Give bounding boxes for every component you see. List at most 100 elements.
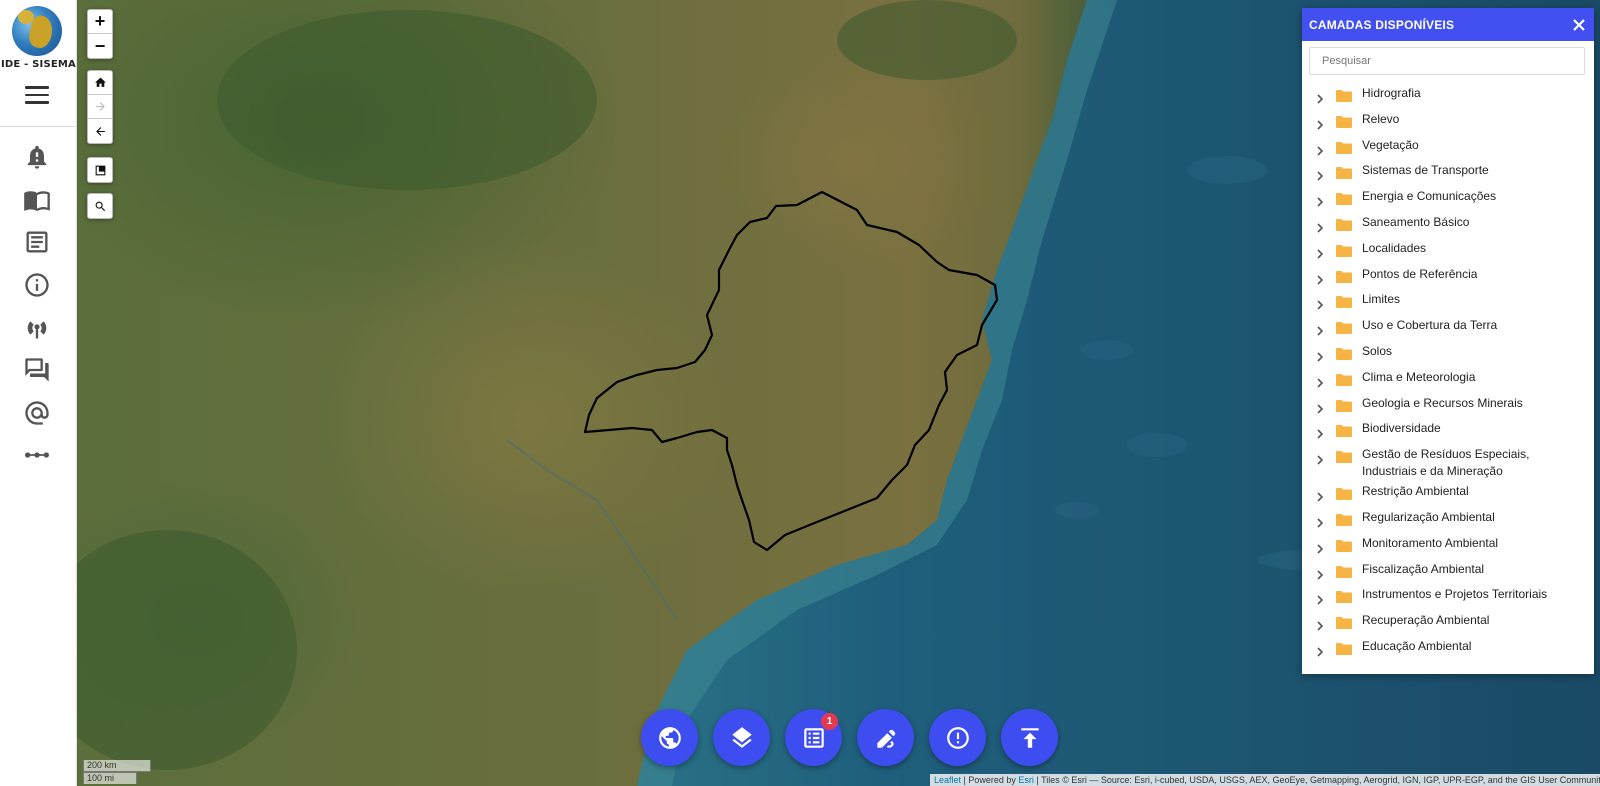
layer-category-item[interactable]: Hidrografia <box>1302 85 1594 111</box>
layer-category-item[interactable]: Vegetação <box>1302 137 1594 163</box>
chevron-right-icon[interactable] <box>1316 515 1326 528</box>
home-button[interactable] <box>88 71 112 95</box>
layer-category-item[interactable]: Pontos de Referência <box>1302 266 1594 292</box>
chevron-right-icon[interactable] <box>1316 618 1326 631</box>
chevron-right-icon[interactable] <box>1316 349 1326 362</box>
layer-category-item[interactable]: Uso e Cobertura da Terra <box>1302 317 1594 343</box>
chevron-right-icon[interactable] <box>1316 246 1326 259</box>
layers-button[interactable] <box>713 709 770 766</box>
layer-category-item[interactable]: Solos <box>1302 343 1594 369</box>
layer-category-label: Fiscalização Ambiental <box>1362 561 1485 576</box>
folder-icon <box>1336 270 1352 283</box>
folder-icon <box>1336 642 1352 655</box>
map-search-button[interactable] <box>88 194 112 218</box>
chevron-right-icon[interactable] <box>1316 592 1326 605</box>
folder-icon <box>1336 424 1352 438</box>
layer-category-item[interactable]: Localidades <box>1302 240 1594 266</box>
chevron-right-icon[interactable] <box>1316 401 1326 414</box>
layer-category-item[interactable]: Limites <box>1302 291 1594 317</box>
scale-km: 200 km <box>83 760 151 772</box>
layer-category-item[interactable]: Energia e Comunicações <box>1302 188 1594 214</box>
broadcast-icon[interactable] <box>22 313 52 343</box>
hamburger-menu-button[interactable] <box>25 86 49 104</box>
search-icon <box>95 201 105 211</box>
layer-category-label: Recuperação Ambiental <box>1362 613 1490 628</box>
chevron-right-icon[interactable] <box>1316 194 1326 207</box>
folder-icon <box>1336 399 1352 412</box>
layer-category-item[interactable]: Regularização Ambiental <box>1302 509 1594 535</box>
layer-category-label: Instrumentos e Projetos Territoriais <box>1362 587 1548 602</box>
layer-category-item[interactable]: Geologia e Recursos Minerais <box>1302 395 1594 421</box>
folder-icon <box>1336 590 1352 604</box>
folder-icon <box>1336 166 1352 180</box>
chevron-right-icon[interactable] <box>1316 220 1326 233</box>
chevron-right-icon[interactable] <box>1316 567 1326 580</box>
layer-category-label: Educação Ambiental <box>1362 638 1472 653</box>
layer-category-label: Biodiversidade <box>1362 421 1441 436</box>
layers-panel: CAMADAS DISPONÍVEIS Hidrografia Relevo Veg… <box>1302 8 1594 674</box>
folder-icon <box>1336 115 1352 128</box>
chevron-right-icon[interactable] <box>1316 323 1326 336</box>
layer-category-item[interactable]: Monitoramento Ambiental <box>1302 535 1594 561</box>
chevron-right-icon[interactable] <box>1316 297 1326 310</box>
chevron-right-icon[interactable] <box>1316 452 1326 465</box>
sidebar-divider <box>0 126 77 127</box>
leaflet-link[interactable]: Leaflet <box>934 775 961 785</box>
chevron-right-icon[interactable] <box>1316 117 1326 130</box>
chevron-right-icon[interactable] <box>1316 426 1326 439</box>
legend-list-button[interactable]: 1 <box>785 709 842 766</box>
layer-category-item[interactable]: Clima e Meteorologia <box>1302 369 1594 395</box>
layer-category-label: Restrição Ambiental <box>1362 484 1469 499</box>
layer-category-item[interactable]: Gestão de Resíduos Especiais, Industriai… <box>1302 446 1594 483</box>
chevron-right-icon[interactable] <box>1316 91 1326 104</box>
bottom-toolbar: 1 <box>641 709 1058 766</box>
chevron-right-icon[interactable] <box>1316 168 1326 181</box>
report-button[interactable] <box>929 709 986 766</box>
esri-link[interactable]: Esri <box>1018 775 1034 785</box>
layer-category-label: Monitoramento Ambiental <box>1362 535 1499 550</box>
layer-category-item[interactable]: Sistemas de Transporte <box>1302 162 1594 188</box>
back-button[interactable] <box>88 119 112 143</box>
layer-category-item[interactable]: Educação Ambiental <box>1302 638 1594 664</box>
info-circle-icon[interactable] <box>22 270 52 300</box>
bell-alert-icon[interactable] <box>22 142 52 172</box>
zoom-in-button[interactable]: + <box>88 10 112 34</box>
more-dots-icon[interactable] <box>22 440 52 470</box>
chevron-right-icon[interactable] <box>1316 541 1326 554</box>
close-panel-button[interactable] <box>1572 18 1586 32</box>
folder-icon <box>1336 244 1352 257</box>
scale-mi: 100 mi <box>83 772 137 784</box>
layer-category-item[interactable]: Relevo <box>1302 111 1594 137</box>
chevron-right-icon[interactable] <box>1316 143 1326 156</box>
layer-category-item[interactable]: Saneamento Básico <box>1302 214 1594 240</box>
layer-category-item[interactable]: Fiscalização Ambiental <box>1302 561 1594 587</box>
logo-globe[interactable] <box>12 6 62 56</box>
layer-category-item[interactable]: Restrição Ambiental <box>1302 483 1594 509</box>
layer-category-item[interactable]: Recuperação Ambiental <box>1302 612 1594 638</box>
chevron-right-icon[interactable] <box>1316 644 1326 657</box>
at-sign-icon[interactable] <box>22 398 52 428</box>
sidebar: IDE - SISEMA <box>0 0 77 786</box>
chevron-right-icon[interactable] <box>1316 489 1326 502</box>
layer-category-item[interactable]: Biodiversidade <box>1302 420 1594 446</box>
layer-category-label: Energia e Comunicações <box>1362 189 1497 204</box>
draw-button[interactable] <box>857 709 914 766</box>
folder-icon <box>1336 89 1352 102</box>
folder-icon <box>1336 295 1352 309</box>
document-list-icon[interactable] <box>22 227 52 257</box>
forward-button[interactable] <box>88 95 112 119</box>
zoom-out-button[interactable]: − <box>88 34 112 58</box>
layer-category-label: Hidrografia <box>1362 86 1421 100</box>
chevron-right-icon[interactable] <box>1316 375 1326 388</box>
layer-category-item[interactable]: Instrumentos e Projetos Territoriais <box>1302 586 1594 612</box>
basemap-button[interactable] <box>641 709 698 766</box>
layer-search-input[interactable] <box>1309 47 1585 75</box>
book-open-icon[interactable] <box>22 185 52 215</box>
chevron-right-icon[interactable] <box>1316 272 1326 285</box>
upload-icon <box>1020 727 1039 748</box>
upload-button[interactable] <box>1001 709 1058 766</box>
chat-bubbles-icon[interactable] <box>22 355 52 385</box>
layer-category-label: Limites <box>1362 292 1401 307</box>
layer-category-label: Localidades <box>1362 240 1427 255</box>
measure-button[interactable] <box>88 158 112 182</box>
